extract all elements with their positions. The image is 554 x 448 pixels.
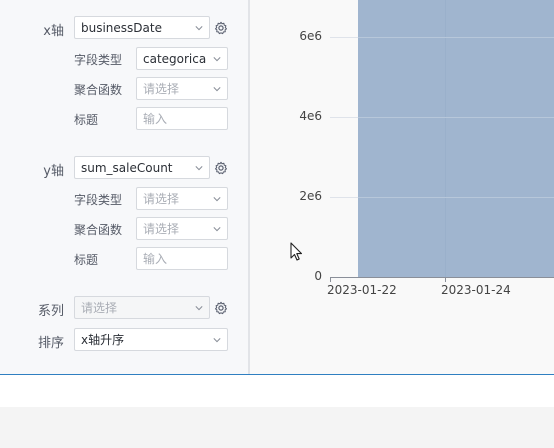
sort-label: 排序	[37, 336, 64, 351]
x-agg-select[interactable]: 请选择	[136, 77, 228, 100]
y-agg-label: 聚合函数	[74, 223, 123, 237]
gridline-over-bar	[358, 117, 554, 118]
y-tick-label: 6e6	[299, 29, 322, 43]
x-tick-mark	[330, 277, 331, 282]
gridline-over-bar	[358, 197, 554, 198]
footer-area	[0, 407, 554, 448]
chevron-down-icon	[213, 55, 221, 63]
x-title-label: 标题	[74, 113, 99, 127]
x-agg-label: 聚合函数	[74, 83, 123, 97]
mouse-cursor-icon	[290, 242, 303, 261]
gridline-over-bar	[358, 37, 554, 38]
chevron-down-icon	[213, 87, 221, 92]
y-title-label: 标题	[74, 253, 99, 267]
x-tick-label: 2023-01-24	[441, 283, 511, 297]
x-axis-line	[330, 277, 554, 278]
y-axis-field-select[interactable]: sum_saleCount	[74, 156, 210, 179]
x-title-placeholder: 输入	[143, 112, 168, 126]
chevron-down-icon	[195, 306, 203, 311]
series-select[interactable]: 请选择	[74, 296, 210, 319]
x-axis-field-select[interactable]: businessDate	[74, 16, 210, 39]
gear-icon[interactable]	[214, 161, 228, 175]
y-agg-select[interactable]: 请选择	[136, 217, 228, 240]
chevron-down-icon	[213, 227, 221, 232]
chevron-down-icon	[195, 26, 203, 31]
x-axis-field-value: businessDate	[81, 20, 162, 35]
y-tick-label: 0	[314, 269, 322, 283]
x-axis-label: x轴	[43, 24, 64, 39]
sort-value: x轴升序	[81, 333, 125, 347]
bar-inner-gridline	[445, 0, 446, 278]
y-title-placeholder: 输入	[143, 252, 168, 266]
series-label: 系列	[37, 304, 64, 319]
series-placeholder: 请选择	[81, 301, 118, 315]
chart-config-panel: x轴 businessDate 字段类型 categorica 聚合函数 请选择…	[0, 0, 248, 374]
y-tick-label: 2e6	[299, 189, 322, 203]
y-field-type-select[interactable]: 请选择	[136, 187, 228, 210]
y-field-type-label: 字段类型	[74, 193, 123, 207]
x-field-type-select[interactable]: categorica	[136, 47, 228, 70]
x-tick-mark	[445, 277, 446, 282]
app-root: x轴 businessDate 字段类型 categorica 聚合函数 请选择…	[0, 0, 554, 448]
chevron-down-icon	[195, 166, 203, 171]
x-field-type-label: 字段类型	[74, 53, 123, 67]
y-axis-field-value: sum_saleCount	[81, 160, 173, 175]
chevron-down-icon	[213, 197, 221, 202]
y-title-input[interactable]: 输入	[136, 247, 228, 270]
x-tick-label: 2023-01-22	[327, 283, 397, 297]
y-axis-label: y轴	[43, 164, 64, 179]
sort-select[interactable]: x轴升序	[74, 328, 228, 351]
gear-icon[interactable]	[214, 21, 228, 35]
chart-preview: 6e6 4e6 2e6 0 2023-01-22 2023-01-24	[250, 0, 554, 374]
y-tick-label: 4e6	[299, 109, 322, 123]
bottom-bar	[0, 375, 554, 407]
gear-icon[interactable]	[214, 301, 228, 315]
x-title-input[interactable]: 输入	[136, 107, 228, 130]
chevron-down-icon	[213, 338, 221, 343]
chart-bar	[358, 0, 554, 278]
